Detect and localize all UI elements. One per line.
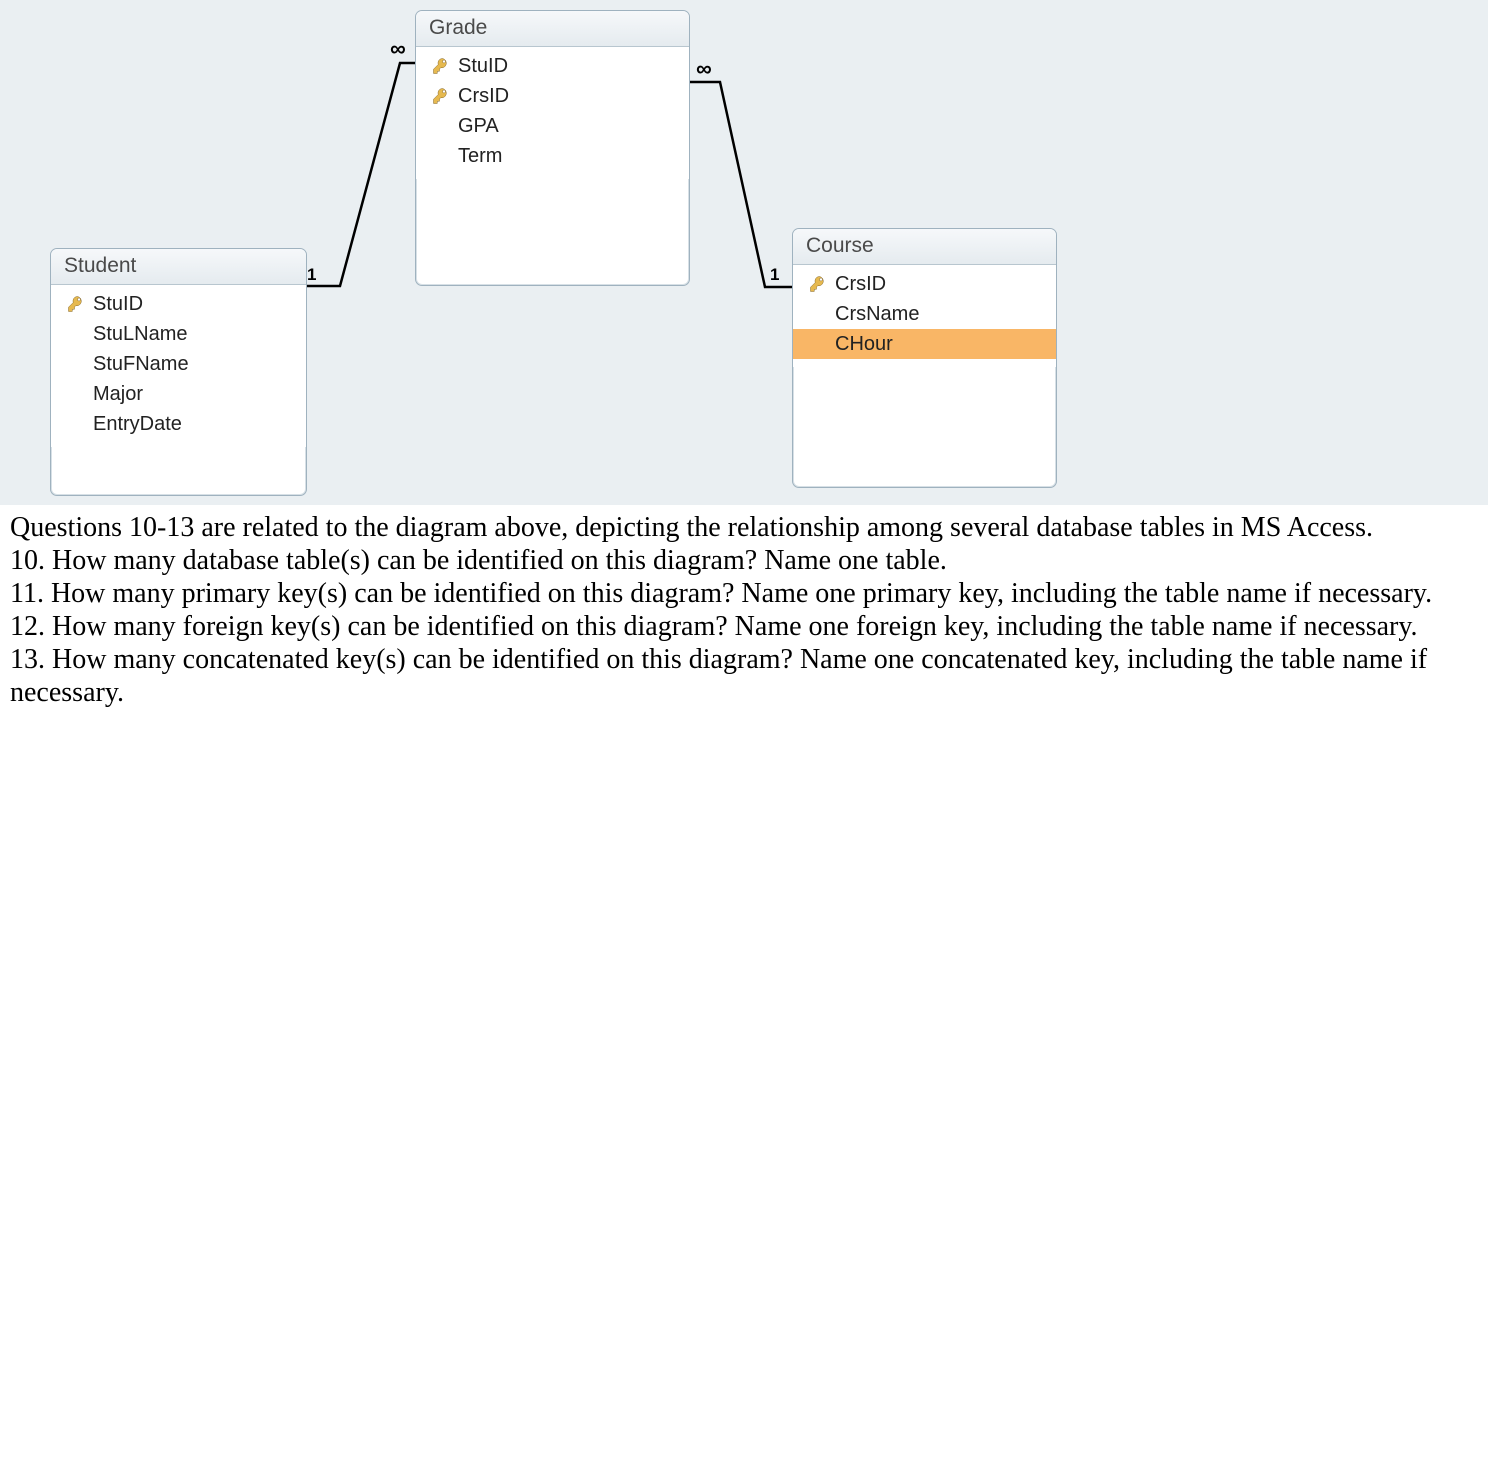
field-label: GPA: [458, 115, 499, 138]
field-row-selected[interactable]: CHour: [793, 329, 1056, 359]
field-list: CrsID CrsName CHour: [793, 265, 1056, 367]
field-label: Major: [93, 383, 143, 406]
primary-key-icon: [430, 55, 452, 77]
primary-key-icon: [430, 85, 452, 107]
field-label: StuID: [458, 55, 508, 78]
field-list: StuID StuLName StuFName Major EntryDate: [51, 285, 306, 447]
field-row[interactable]: CrsID: [416, 81, 689, 111]
field-row[interactable]: StuID: [51, 289, 306, 319]
table-student[interactable]: Student StuID StuLName StuFName Major: [50, 248, 307, 496]
field-label: StuLName: [93, 323, 188, 346]
table-title: Grade: [416, 11, 689, 47]
question-10: 10. How many database table(s) can be id…: [10, 544, 1478, 577]
field-label: Term: [458, 145, 502, 168]
question-13: 13. How many concatenated key(s) can be …: [10, 643, 1478, 709]
table-course[interactable]: Course CrsID CrsName CHour: [792, 228, 1057, 488]
field-label: CrsID: [835, 273, 886, 296]
primary-key-icon: [65, 293, 87, 315]
question-12: 12. How many foreign key(s) can be ident…: [10, 610, 1478, 643]
cardinality-many: ∞: [390, 36, 406, 62]
field-label: StuID: [93, 293, 143, 316]
questions-block: Questions 10-13 are related to the diagr…: [0, 505, 1488, 759]
table-title: Course: [793, 229, 1056, 265]
field-row[interactable]: Term: [416, 141, 689, 171]
primary-key-icon: [807, 273, 829, 295]
questions-intro: Questions 10-13 are related to the diagr…: [10, 511, 1478, 544]
table-grade[interactable]: Grade StuID CrsID GPA Term: [415, 10, 690, 286]
field-row[interactable]: GPA: [416, 111, 689, 141]
field-label: StuFName: [93, 353, 189, 376]
field-row[interactable]: StuLName: [51, 319, 306, 349]
field-list: StuID CrsID GPA Term: [416, 47, 689, 179]
field-row[interactable]: CrsID: [793, 269, 1056, 299]
question-11: 11. How many primary key(s) can be ident…: [10, 577, 1478, 610]
field-label: CrsName: [835, 303, 919, 326]
relationship-diagram: 1 ∞ ∞ 1 Student StuID StuLName StuFName …: [0, 0, 1488, 505]
cardinality-many: ∞: [696, 56, 712, 82]
field-label: EntryDate: [93, 413, 182, 436]
field-row[interactable]: Major: [51, 379, 306, 409]
field-row[interactable]: EntryDate: [51, 409, 306, 439]
field-row[interactable]: CrsName: [793, 299, 1056, 329]
field-row[interactable]: StuID: [416, 51, 689, 81]
cardinality-one: 1: [307, 265, 316, 285]
field-row[interactable]: StuFName: [51, 349, 306, 379]
table-title: Student: [51, 249, 306, 285]
field-label: CrsID: [458, 85, 509, 108]
cardinality-one: 1: [770, 265, 779, 285]
field-label: CHour: [835, 333, 893, 356]
